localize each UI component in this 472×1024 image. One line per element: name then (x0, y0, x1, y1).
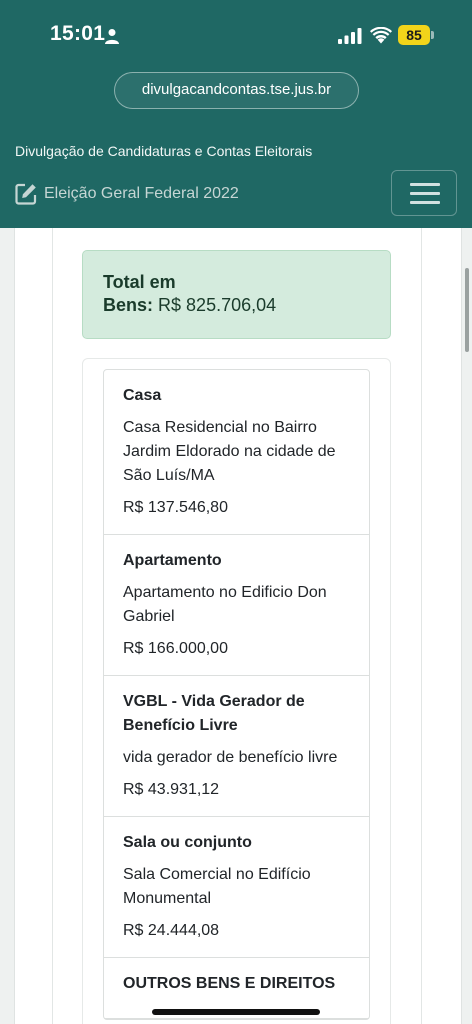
hamburger-menu-icon (410, 201, 440, 204)
asset-value: R$ 24.444,08 (123, 922, 220, 939)
total-label-line2: Bens: (103, 295, 154, 315)
home-indicator[interactable] (152, 1009, 320, 1015)
address-bar[interactable]: divulgacandcontas.tse.jus.br (114, 72, 359, 109)
list-item: Casa Casa Residencial no Bairro Jardim E… (104, 370, 369, 535)
battery-level: 85 (398, 25, 430, 45)
asset-value: R$ 166.000,00 (123, 640, 228, 657)
hamburger-menu-icon (410, 192, 440, 195)
wifi-icon (370, 27, 392, 44)
asset-description: Apartamento no Edificio Don Gabriel (123, 584, 327, 625)
battery-indicator: 85 (398, 25, 434, 45)
asset-value: R$ 137.546,80 (123, 499, 228, 516)
battery-tip (431, 31, 434, 39)
page-scrollbar[interactable] (465, 268, 469, 352)
total-label-line1: Total em (103, 272, 176, 292)
edit-icon (15, 183, 37, 205)
status-time: 15:01 (50, 22, 106, 45)
asset-description: vida gerador de benefício livre (123, 749, 338, 766)
list-item: Apartamento Apartamento no Edificio Don … (104, 535, 369, 676)
election-selector[interactable]: Eleição Geral Federal 2022 (14, 180, 239, 208)
status-bar: 15:01 85 (0, 0, 472, 68)
asset-title: OUTROS BENS E DIREITOS (123, 975, 336, 992)
asset-title: VGBL - Vida Gerador de Benefício Livre (123, 693, 305, 734)
hamburger-menu-icon (410, 183, 440, 186)
asset-title: Apartamento (123, 552, 222, 569)
assets-list: Casa Casa Residencial no Bairro Jardim E… (103, 369, 370, 1020)
asset-description: Casa Residencial no Bairro Jardim Eldora… (123, 419, 336, 484)
menu-button[interactable] (391, 170, 457, 216)
person-icon (105, 29, 119, 44)
signal-icon (338, 28, 362, 44)
asset-title: Sala ou conjunto (123, 834, 252, 851)
app-header: 15:01 85 divulgacandcontas.tse.jus.br Di… (0, 0, 472, 228)
list-item: Sala ou conjunto Sala Comercial no Edifí… (104, 817, 369, 958)
total-assets-box: Total em Bens: R$ 825.706,04 (82, 250, 391, 339)
list-item: VGBL - Vida Gerador de Benefício Livre v… (104, 676, 369, 817)
asset-description: Sala Comercial no Edifício Monumental (123, 866, 311, 907)
election-label: Eleição Geral Federal 2022 (44, 185, 239, 202)
asset-value: R$ 43.931,12 (123, 781, 220, 798)
total-value: R$ 825.706,04 (158, 295, 277, 315)
site-title: Divulgação de Candidaturas e Contas Elei… (15, 143, 313, 159)
asset-title: Casa (123, 387, 162, 404)
